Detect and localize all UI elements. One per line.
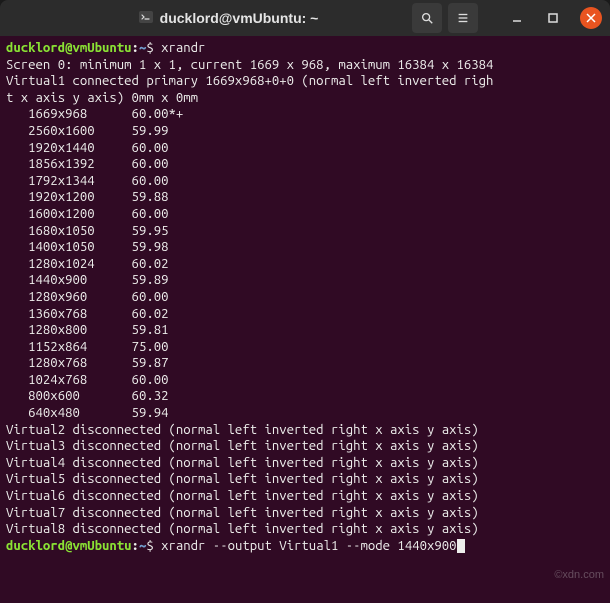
cursor	[457, 539, 465, 553]
output-screen: Screen 0: minimum 1 x 1, current 1669 x …	[6, 58, 493, 72]
disconnected-line: Virtual2 disconnected (normal left inver…	[6, 423, 479, 437]
mode-row: 2560x1600 59.99	[6, 124, 168, 138]
mode-row: 800x600 60.32	[6, 389, 168, 403]
command-1: xrandr	[161, 41, 205, 55]
disconnected-line: Virtual4 disconnected (normal left inver…	[6, 456, 479, 470]
search-button[interactable]	[412, 3, 442, 33]
mode-list: 1669x968 60.00*+ 2560x1600 59.99 1920x14…	[6, 107, 183, 420]
disconnected-line: Virtual7 disconnected (normal left inver…	[6, 506, 479, 520]
prompt-dollar: $	[146, 539, 153, 553]
mode-row: 1600x1200 60.00	[6, 207, 168, 221]
prompt-colon: :	[132, 539, 139, 553]
mode-row: 1400x1050 59.98	[6, 240, 168, 254]
mode-row: 1280x960 60.00	[6, 290, 168, 304]
watermark: ©xdn.com	[554, 569, 604, 581]
mode-row: 640x480 59.94	[6, 406, 168, 420]
mode-row: 1152x864 75.00	[6, 340, 168, 354]
terminal-window: ducklord@vmUbuntu: ~ ducklord@vmUbuntu:~…	[0, 0, 610, 603]
mode-row: 1680x1050 59.95	[6, 224, 168, 238]
prompt-user: ducklord@vmUbuntu	[6, 41, 132, 55]
window-title: ducklord@vmUbuntu: ~	[50, 9, 406, 28]
mode-row: 1280x1024 60.02	[6, 257, 168, 271]
mode-row: 1280x800 59.81	[6, 323, 168, 337]
menu-button[interactable]	[448, 3, 478, 33]
disconnected-line: Virtual3 disconnected (normal left inver…	[6, 439, 479, 453]
terminal-body[interactable]: ducklord@vmUbuntu:~$ xrandr Screen 0: mi…	[0, 36, 610, 603]
output-virtual1-a: Virtual1 connected primary 1669x968+0+0 …	[6, 74, 493, 88]
mode-row: 1920x1200 59.88	[6, 190, 168, 204]
close-button[interactable]	[580, 7, 602, 29]
mode-row: 1920x1440 60.00	[6, 141, 168, 155]
disconnected-line: Virtual8 disconnected (normal left inver…	[6, 522, 479, 536]
disconnected-line: Virtual5 disconnected (normal left inver…	[6, 472, 479, 486]
mode-row: 1856x1392 60.00	[6, 157, 168, 171]
mode-row: 1024x768 60.00	[6, 373, 168, 387]
titlebar: ducklord@vmUbuntu: ~	[0, 0, 610, 36]
prompt-colon: :	[132, 41, 139, 55]
output-virtual1-b: t x axis y axis) 0mm x 0mm	[6, 91, 198, 105]
mode-row: 1280x768 59.87	[6, 356, 168, 370]
prompt-dollar: $	[146, 41, 153, 55]
mode-row: 1792x1344 60.00	[6, 174, 168, 188]
minimize-button[interactable]	[502, 3, 532, 33]
title-text: ducklord@vmUbuntu: ~	[160, 10, 319, 26]
mode-row: 1669x968 60.00*+	[6, 107, 183, 121]
command-2: xrandr --output Virtual1 --mode 1440x900	[161, 539, 456, 553]
terminal-icon	[138, 9, 154, 28]
prompt-user: ducklord@vmUbuntu	[6, 539, 132, 553]
disconnected-line: Virtual6 disconnected (normal left inver…	[6, 489, 479, 503]
maximize-button[interactable]	[538, 3, 568, 33]
mode-row: 1360x768 60.02	[6, 307, 168, 321]
mode-row: 1440x900 59.89	[6, 273, 168, 287]
